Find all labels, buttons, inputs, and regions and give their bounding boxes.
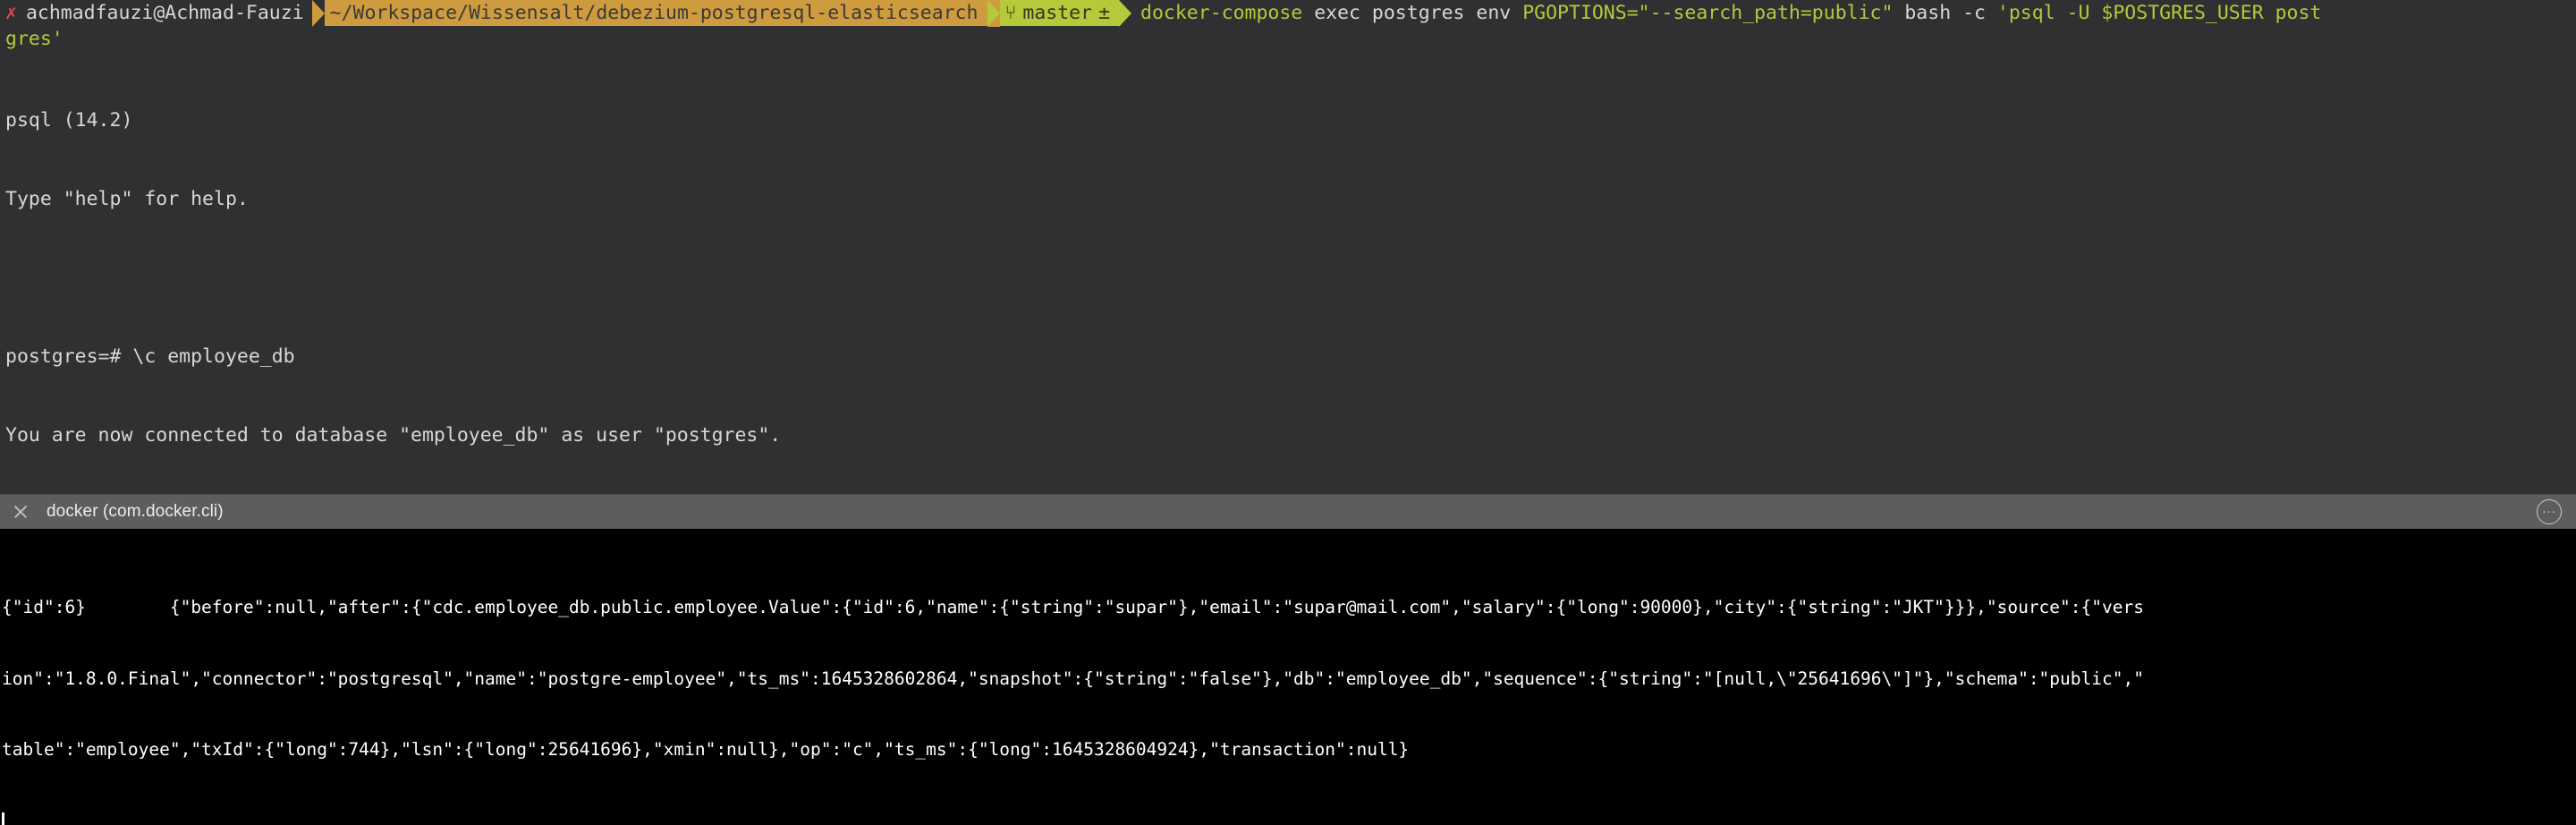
git-branch-name: master	[1022, 2, 1093, 24]
terminal-line: psql (14.2)	[5, 108, 133, 132]
more-options-icon[interactable]: ...	[2537, 499, 2562, 525]
command-env-var: PGOPTIONS="--search_path=public"	[1522, 2, 1894, 24]
terminal-scrollback: psql (14.2) Type "help" for help. postgr…	[0, 53, 2576, 495]
terminal-output-pane[interactable]: ✗ achmadfauzi@Achmad-Fauzi ~/Workspace/Wi…	[0, 0, 2576, 495]
prompt-command-line: docker-compose exec postgres env PGOPTIO…	[1131, 0, 2322, 27]
git-branch-icon: ⑂	[1004, 2, 1017, 24]
log-line: ion":"1.8.0.Final","connector":"postgres…	[2, 668, 2144, 689]
prompt-separator-icon-2	[987, 0, 1000, 27]
command-args: exec postgres env	[1302, 2, 1523, 24]
prompt-user-host: achmadfauzi@Achmad-Fauzi	[25, 2, 304, 24]
terminal-line: postgres=# \c employee_db	[5, 345, 295, 369]
log-cursor-line	[2, 810, 2576, 825]
docker-log-pane[interactable]: {"id":6} {"before":null,"after":{"cdc.em…	[0, 529, 2576, 825]
terminal-line: You are now connected to database "emplo…	[5, 424, 782, 447]
prompt-separator-icon-3	[1119, 0, 1132, 27]
terminal-line: Type "help" for help.	[5, 187, 249, 210]
prompt-user-segment: ✗ achmadfauzi@Achmad-Fauzi	[0, 0, 312, 27]
terminal-window: ✗ achmadfauzi@Achmad-Fauzi ~/Workspace/Wi…	[0, 0, 2576, 825]
more-options-glyph: ...	[2542, 500, 2556, 516]
prompt-separator-icon-1	[311, 0, 325, 27]
prompt-error-icon: ✗	[5, 2, 17, 24]
command-bash-flag: bash -c	[1893, 2, 1997, 24]
log-line: {"id":6} {"before":null,"after":{"cdc.em…	[2, 597, 2144, 618]
command-wrapped-tail: gres'	[5, 28, 64, 51]
log-text-cursor	[2, 812, 4, 825]
command-psql-string: 'psql -U $POSTGRES_USER post	[1996, 2, 2322, 24]
tab-title[interactable]: docker (com.docker.cli)	[47, 502, 224, 522]
command-program: docker-compose	[1140, 2, 1303, 24]
log-output: {"id":6} {"before":null,"after":{"cdc.em…	[2, 549, 2576, 825]
git-dirty-marker: ±	[1098, 2, 1111, 24]
close-icon[interactable]	[11, 502, 30, 522]
session-tab-bar: docker (com.docker.cli) ...	[0, 494, 2576, 530]
prompt-path-segment: ~/Workspace/Wissensalt/debezium-postgres…	[324, 0, 987, 27]
prompt-git-segment: ⑂ master ±	[999, 0, 1120, 27]
log-line: table":"employee","txId":{"long":744},"l…	[2, 739, 1410, 761]
shell-prompt-line: ✗ achmadfauzi@Achmad-Fauzi ~/Workspace/Wi…	[0, 0, 2576, 27]
